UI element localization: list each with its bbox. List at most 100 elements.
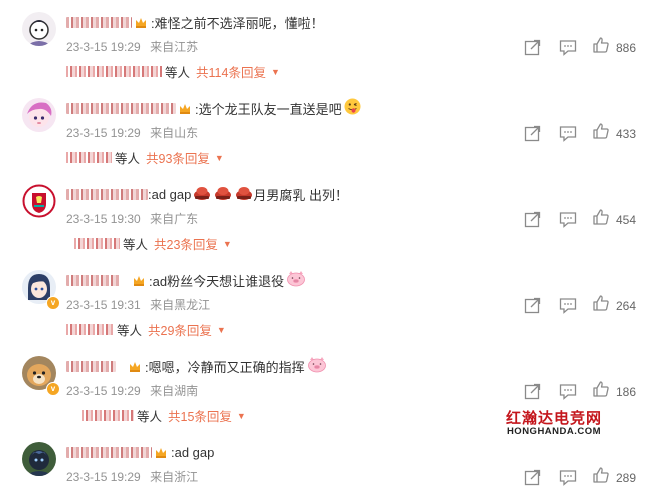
comment-line: :ad粉丝今天想让谁退役 <box>66 270 306 290</box>
comment-location: 来自江苏 <box>150 40 199 54</box>
username[interactable] <box>66 446 152 458</box>
share-icon[interactable] <box>522 210 542 230</box>
comment-date: 23-3-15 19:29 <box>66 40 141 54</box>
caret-down-icon[interactable]: ▼ <box>215 153 224 163</box>
like-button[interactable]: 289 <box>592 466 638 489</box>
like-count: 886 <box>616 40 637 55</box>
like-button[interactable]: 264 <box>592 294 638 317</box>
like-button[interactable]: 886 <box>592 36 638 59</box>
like-button[interactable]: 433 <box>592 122 638 145</box>
comment-item: :难怪之前不选泽丽呢，懂啦！ 23-3-15 19:29 来自江苏 886 等人… <box>0 0 660 86</box>
username[interactable] <box>66 102 176 114</box>
reply-count-link[interactable]: 共29条回复 <box>148 320 212 339</box>
reply-count-link[interactable]: 共15条回复 <box>168 406 232 425</box>
username[interactable] <box>66 274 120 286</box>
avatar[interactable] <box>22 12 56 46</box>
share-icon[interactable] <box>522 296 542 316</box>
avatar[interactable] <box>22 442 56 476</box>
share-icon[interactable] <box>522 38 542 58</box>
like-count: 186 <box>616 384 637 399</box>
comment-date: 23-3-15 19:29 <box>66 384 141 398</box>
doge-bun-emoji-icon <box>193 184 253 204</box>
username[interactable] <box>66 188 148 200</box>
avatar[interactable] <box>22 98 56 132</box>
comment-text: :ad粉丝今天想让谁退役 <box>149 273 285 289</box>
comment-icon[interactable] <box>558 468 578 488</box>
like-button[interactable]: 186 <box>592 380 638 403</box>
comment-meta: 23-3-15 19:31 来自黑龙江 <box>66 296 210 313</box>
comment-icon[interactable] <box>558 124 578 144</box>
watermark-domain: HONGHANDA.COM <box>506 425 602 437</box>
comment-text: :ad gap <box>171 444 215 460</box>
reply-usernames <box>82 410 134 421</box>
comment-location: 来自黑龙江 <box>150 298 211 312</box>
reply-count-link[interactable]: 共93条回复 <box>146 148 210 167</box>
pig-emoji-icon <box>286 270 306 290</box>
comment-actions: 454 <box>522 208 638 231</box>
comment-date: 23-3-15 19:30 <box>66 212 141 226</box>
comment-line: :ad gap <box>66 442 214 462</box>
comment-line: :ad gap 月男腐乳 出列！ <box>66 184 348 204</box>
comment-actions: 186 <box>522 380 638 403</box>
reply-suffix: 等人 <box>117 324 143 338</box>
like-count: 454 <box>616 212 637 227</box>
username[interactable] <box>66 16 132 28</box>
comment-text-tail: 月男腐乳 出列！ <box>253 187 348 203</box>
like-count: 264 <box>616 298 637 313</box>
fan-badge-icon <box>178 101 192 115</box>
comment-item: v :ad粉丝今天想让谁退役 23-3-15 19:31 来自黑龙江 264 等… <box>0 258 660 344</box>
like-count: 433 <box>616 126 637 141</box>
comment-actions: 264 <box>522 294 638 317</box>
comment-line: :难怪之前不选泽丽呢，懂啦！ <box>66 12 324 32</box>
thumbs-up-icon <box>592 122 610 145</box>
share-icon[interactable] <box>522 124 542 144</box>
comment-location: 来自湖南 <box>150 384 199 398</box>
caret-down-icon[interactable]: ▼ <box>271 67 280 77</box>
comment-meta: 23-3-15 19:29 来自浙江 <box>66 468 198 485</box>
comment-icon[interactable] <box>558 382 578 402</box>
reply-suffix: 等人 <box>165 66 191 80</box>
caret-down-icon[interactable]: ▼ <box>223 239 232 249</box>
reply-count-link[interactable]: 共114条回复 <box>196 62 266 81</box>
share-icon[interactable] <box>522 382 542 402</box>
fan-badge-icon <box>128 359 142 373</box>
fan-badge-icon <box>134 15 148 29</box>
like-button[interactable]: 454 <box>592 208 638 231</box>
caret-down-icon[interactable]: ▼ <box>237 411 246 421</box>
comment-date: 23-3-15 19:29 <box>66 470 141 484</box>
reply-usernames <box>66 152 112 163</box>
comment-location: 来自广东 <box>150 212 199 226</box>
reply-count-link[interactable]: 共23条回复 <box>154 234 218 253</box>
reply-suffix: 等人 <box>123 238 149 252</box>
watermark: 红瀚达电竞网 HONGHANDA.COM <box>506 410 602 437</box>
reply-usernames <box>66 324 114 335</box>
comment-icon[interactable] <box>558 296 578 316</box>
fan-badge-icon <box>154 445 168 459</box>
avatar[interactable] <box>22 184 56 218</box>
comment-text: :难怪之前不选泽丽呢，懂啦！ <box>151 15 324 31</box>
verified-badge-icon: v <box>46 382 60 396</box>
caret-down-icon[interactable]: ▼ <box>217 325 226 335</box>
reply-usernames <box>66 66 162 77</box>
reply-summary: 等人 共114条回复 ▼ <box>66 62 280 81</box>
username[interactable] <box>66 360 116 372</box>
comment-meta: 23-3-15 19:30 来自广东 <box>66 210 198 227</box>
comment-meta: 23-3-15 19:29 来自山东 <box>66 124 198 141</box>
share-icon[interactable] <box>522 468 542 488</box>
comment-item: :ad gap 月男腐乳 出列！ 23-3-15 19:30 来自广东 454 … <box>0 172 660 258</box>
comment-icon[interactable] <box>558 38 578 58</box>
reply-summary: 等人 共15条回复 ▼ <box>82 406 246 425</box>
comment-location: 来自山东 <box>150 126 199 140</box>
comment-location: 来自浙江 <box>150 470 199 484</box>
reply-suffix: 等人 <box>137 410 163 424</box>
pig-emoji-icon <box>307 356 327 376</box>
comment-actions: 433 <box>522 122 638 145</box>
comment-meta: 23-3-15 19:29 来自江苏 <box>66 38 198 55</box>
comment-text: :ad gap <box>148 186 192 202</box>
comment-actions: 886 <box>522 36 638 59</box>
reply-summary: 等人 共29条回复 ▼ <box>66 320 226 339</box>
comment-icon[interactable] <box>558 210 578 230</box>
comment-item: :选个龙王队友一直送是吧 23-3-15 19:29 来自山东 433 等人 共… <box>0 86 660 172</box>
comment-line: :选个龙王队友一直送是吧 <box>66 98 361 118</box>
comment-line: :嗯嗯，冷静而又正确的指挥 <box>66 356 327 376</box>
